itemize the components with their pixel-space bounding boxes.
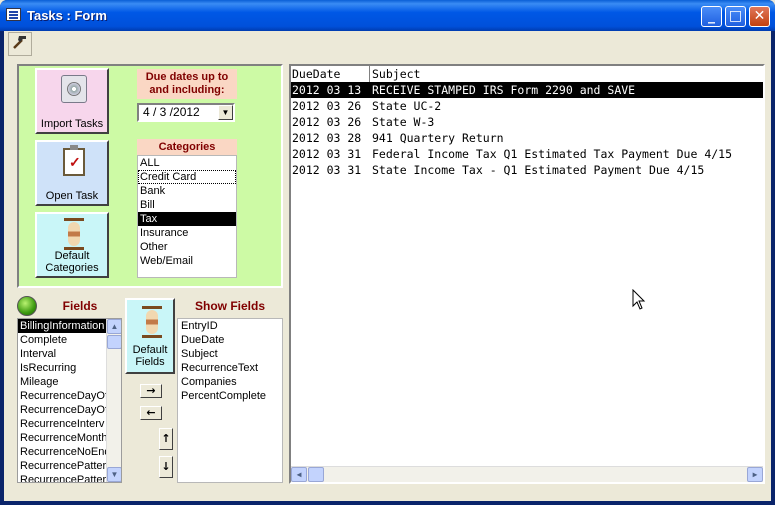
- clipboard-check-icon: [63, 145, 85, 176]
- due-dates-label: Due dates up to and including:: [137, 69, 237, 99]
- table-row[interactable]: 2012 03 26 State W-3: [291, 114, 763, 130]
- table-row[interactable]: 2012 03 26 State UC-2: [291, 98, 763, 114]
- categories-header: Categories: [137, 139, 237, 155]
- tasks-list[interactable]: DueDate Subject 2012 03 13 RECEIVE STAMP…: [289, 64, 765, 484]
- row-due: 2012 03 13: [292, 83, 362, 97]
- row-due: 2012 03 28: [292, 131, 362, 145]
- list-item[interactable]: RecurrenceDayOf: [18, 389, 106, 403]
- scroll-right-icon[interactable]: ▶: [747, 467, 763, 482]
- chevron-down-icon[interactable]: ▼: [218, 105, 233, 120]
- list-item[interactable]: Interval: [18, 347, 106, 361]
- column-header-subject[interactable]: Subject: [372, 66, 420, 82]
- import-tasks-label: Import Tasks: [40, 118, 104, 130]
- move-down-arrow-icon[interactable]: ↓: [159, 456, 173, 478]
- show-fields-list[interactable]: EntryID DueDate Subject RecurrenceText C…: [177, 318, 283, 483]
- list-item[interactable]: Companies: [178, 375, 282, 389]
- table-row[interactable]: 2012 03 28 941 Quartery Return: [291, 130, 763, 146]
- list-item[interactable]: RecurrenceDayOf: [18, 403, 106, 417]
- list-item[interactable]: RecurrencePatter: [18, 473, 106, 482]
- title-bar[interactable]: Tasks : Form _ □ ✕: [0, 0, 775, 31]
- list-item[interactable]: RecurrenceText: [178, 361, 282, 375]
- category-item[interactable]: Bank: [138, 184, 236, 198]
- categories-list[interactable]: ALL Credit Card Bank Bill Tax Insurance …: [137, 155, 237, 278]
- hourglass-icon: [142, 306, 162, 338]
- remove-field-arrow-icon[interactable]: ←: [140, 406, 162, 420]
- open-task-label: Open Task: [45, 190, 99, 202]
- category-item[interactable]: Insurance: [138, 226, 236, 240]
- list-item[interactable]: Mileage: [18, 375, 106, 389]
- scroll-down-icon[interactable]: ▼: [107, 467, 121, 482]
- due-date-value: 4 / 3 /2012: [143, 105, 200, 119]
- tasks-horizontal-scrollbar[interactable]: ◀ ▶: [291, 466, 763, 482]
- category-item[interactable]: Other: [138, 240, 236, 254]
- table-row[interactable]: 2012 03 31 State Income Tax - Q1 Estimat…: [291, 162, 763, 178]
- list-item[interactable]: BillingInformation: [18, 319, 106, 333]
- add-field-arrow-icon[interactable]: →: [140, 384, 162, 398]
- maximize-button[interactable]: □: [725, 6, 746, 27]
- row-subject: 941 Quartery Return: [372, 131, 504, 145]
- due-date-combo[interactable]: 4 / 3 /2012 ▼: [137, 103, 235, 122]
- scroll-up-icon[interactable]: ▲: [107, 319, 121, 334]
- import-tasks-button[interactable]: Import Tasks: [35, 68, 109, 134]
- row-subject: RECEIVE STAMPED IRS Form 2290 and SAVE: [372, 83, 636, 97]
- row-due: 2012 03 26: [292, 115, 362, 129]
- category-item[interactable]: Credit Card: [138, 170, 236, 184]
- row-subject: State Income Tax - Q1 Estimated Payment …: [372, 163, 705, 177]
- fields-scrollbar[interactable]: ▲ ▼: [106, 319, 121, 482]
- list-item[interactable]: PercentComplete: [178, 389, 282, 403]
- hourglass-icon: [64, 218, 84, 250]
- scroll-thumb[interactable]: [107, 335, 121, 349]
- globe-icon: [17, 296, 37, 316]
- scroll-thumb[interactable]: [308, 467, 324, 482]
- app-window: Tasks : Form _ □ ✕ Import Tasks Open Tas…: [0, 0, 775, 505]
- list-item[interactable]: Complete: [18, 333, 106, 347]
- close-button[interactable]: ✕: [749, 6, 770, 27]
- list-item[interactable]: EntryID: [178, 319, 282, 333]
- category-item-selected[interactable]: Tax: [138, 212, 236, 226]
- window-title: Tasks : Form: [27, 8, 107, 23]
- row-subject: State W-3: [372, 115, 435, 129]
- fields-list[interactable]: BillingInformation Complete Interval IsR…: [17, 318, 122, 483]
- default-categories-button[interactable]: Default Categories: [35, 212, 109, 278]
- list-item[interactable]: RecurrenceInterv: [18, 417, 106, 431]
- list-item[interactable]: IsRecurring: [18, 361, 106, 375]
- row-subject: State UC-2: [372, 99, 442, 113]
- category-item[interactable]: ALL: [138, 156, 236, 170]
- category-item[interactable]: Web/Email: [138, 254, 236, 268]
- fields-header: Fields: [37, 298, 123, 315]
- table-row[interactable]: 2012 03 31 Federal Income Tax Q1 Estimat…: [291, 146, 763, 162]
- default-fields-label: Default Fields: [132, 344, 168, 368]
- scroll-left-icon[interactable]: ◀: [291, 467, 307, 482]
- list-item[interactable]: RecurrencePatter: [18, 459, 106, 473]
- list-item[interactable]: DueDate: [178, 333, 282, 347]
- minimize-button[interactable]: _: [701, 6, 722, 27]
- list-item[interactable]: Subject: [178, 347, 282, 361]
- hammer-icon[interactable]: [8, 32, 32, 56]
- category-item[interactable]: Bill: [138, 198, 236, 212]
- list-item[interactable]: RecurrenceNoEnd: [18, 445, 106, 459]
- move-up-arrow-icon[interactable]: ↑: [159, 428, 173, 450]
- row-due: 2012 03 31: [292, 163, 362, 177]
- row-due: 2012 03 31: [292, 147, 362, 161]
- tasks-header-row: DueDate Subject: [291, 66, 763, 82]
- column-divider[interactable]: [369, 66, 370, 82]
- list-item[interactable]: RecurrenceMonth: [18, 431, 106, 445]
- default-categories-label: Default Categories: [45, 250, 99, 274]
- open-task-button[interactable]: Open Task: [35, 140, 109, 206]
- row-subject: Federal Income Tax Q1 Estimated Tax Paym…: [372, 147, 733, 161]
- default-fields-button[interactable]: Default Fields: [125, 298, 175, 374]
- show-fields-header: Show Fields: [177, 298, 283, 315]
- column-header-duedate[interactable]: DueDate: [292, 66, 340, 82]
- form-icon[interactable]: [6, 8, 21, 21]
- row-due: 2012 03 26: [292, 99, 362, 113]
- disc-drive-icon: [61, 75, 87, 103]
- table-row-selected[interactable]: 2012 03 13 RECEIVE STAMPED IRS Form 2290…: [291, 82, 763, 98]
- form-body: Import Tasks Open Task Default Categorie…: [4, 31, 771, 501]
